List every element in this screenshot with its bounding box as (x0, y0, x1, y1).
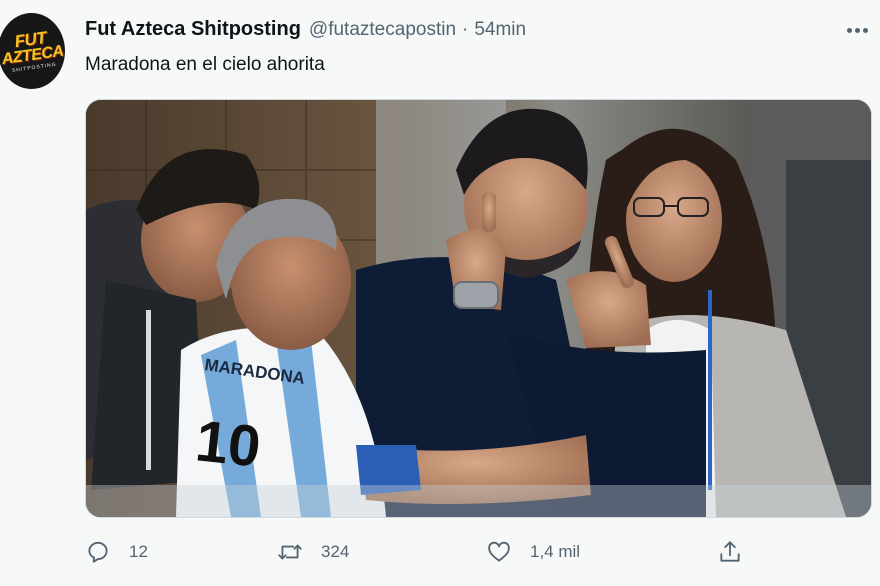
share-upload-icon (720, 541, 740, 562)
avatar[interactable]: FUT AZTECA SHITPOSTING (0, 13, 65, 89)
glass-railing (86, 485, 871, 517)
tweet-timestamp[interactable]: 54min (474, 19, 526, 41)
like-button[interactable]: 1,4 mil (486, 538, 580, 566)
avatar-logo: FUT AZTECA SHITPOSTING (0, 27, 65, 75)
retweet-button[interactable]: 324 (277, 538, 349, 566)
reply-button[interactable]: 12 (85, 538, 148, 566)
more-dot (854, 27, 860, 33)
retweet-count: 324 (321, 542, 350, 561)
header-separator: · (462, 19, 469, 40)
user-handle[interactable]: @futaztecapostin (309, 19, 456, 41)
more-dot (862, 27, 868, 33)
more-dots-icon[interactable] (844, 22, 870, 38)
jersey-number: 10 (193, 408, 264, 479)
tweet-photo[interactable]: MARADONA 10 (85, 99, 872, 518)
tweet-header: Fut Azteca Shitposting @futaztecapostin … (85, 18, 526, 44)
retweet-arrows-icon (278, 544, 302, 560)
photo-scene: MARADONA 10 (86, 100, 871, 517)
like-count: 1,4 mil (530, 542, 581, 561)
share-button[interactable] (717, 538, 743, 566)
display-name[interactable]: Fut Azteca Shitposting (85, 18, 301, 41)
tweet-text: Maradona en el cielo ahorita (85, 54, 325, 75)
heart-icon (488, 541, 510, 562)
more-dot (846, 27, 852, 33)
action-bar: 12 324 1,4 mil (85, 532, 870, 572)
reply-bubble-icon (88, 541, 108, 563)
reply-count: 12 (129, 542, 148, 561)
tweet-card[interactable]: FUT AZTECA SHITPOSTING Fut Azteca Shitpo… (0, 0, 880, 586)
